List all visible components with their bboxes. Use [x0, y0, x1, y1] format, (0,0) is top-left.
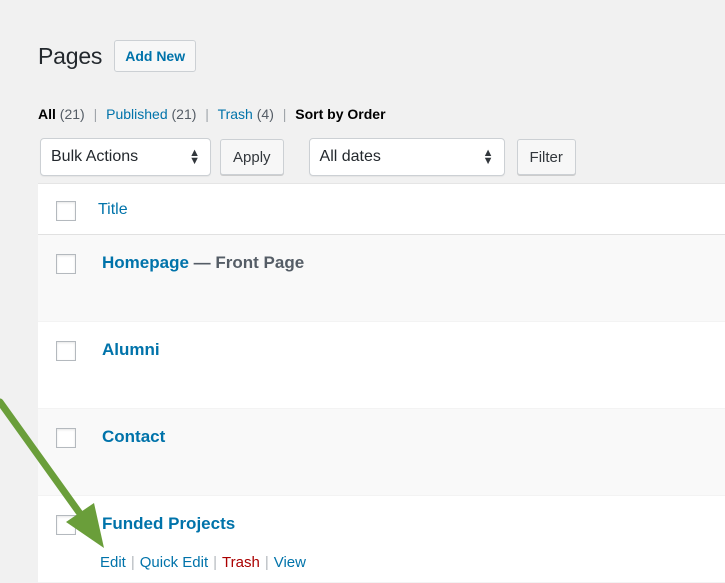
annotation-arrow-shaft — [0, 398, 90, 526]
annotation-arrow-head — [66, 503, 104, 548]
annotation-arrow-icon — [0, 398, 104, 548]
